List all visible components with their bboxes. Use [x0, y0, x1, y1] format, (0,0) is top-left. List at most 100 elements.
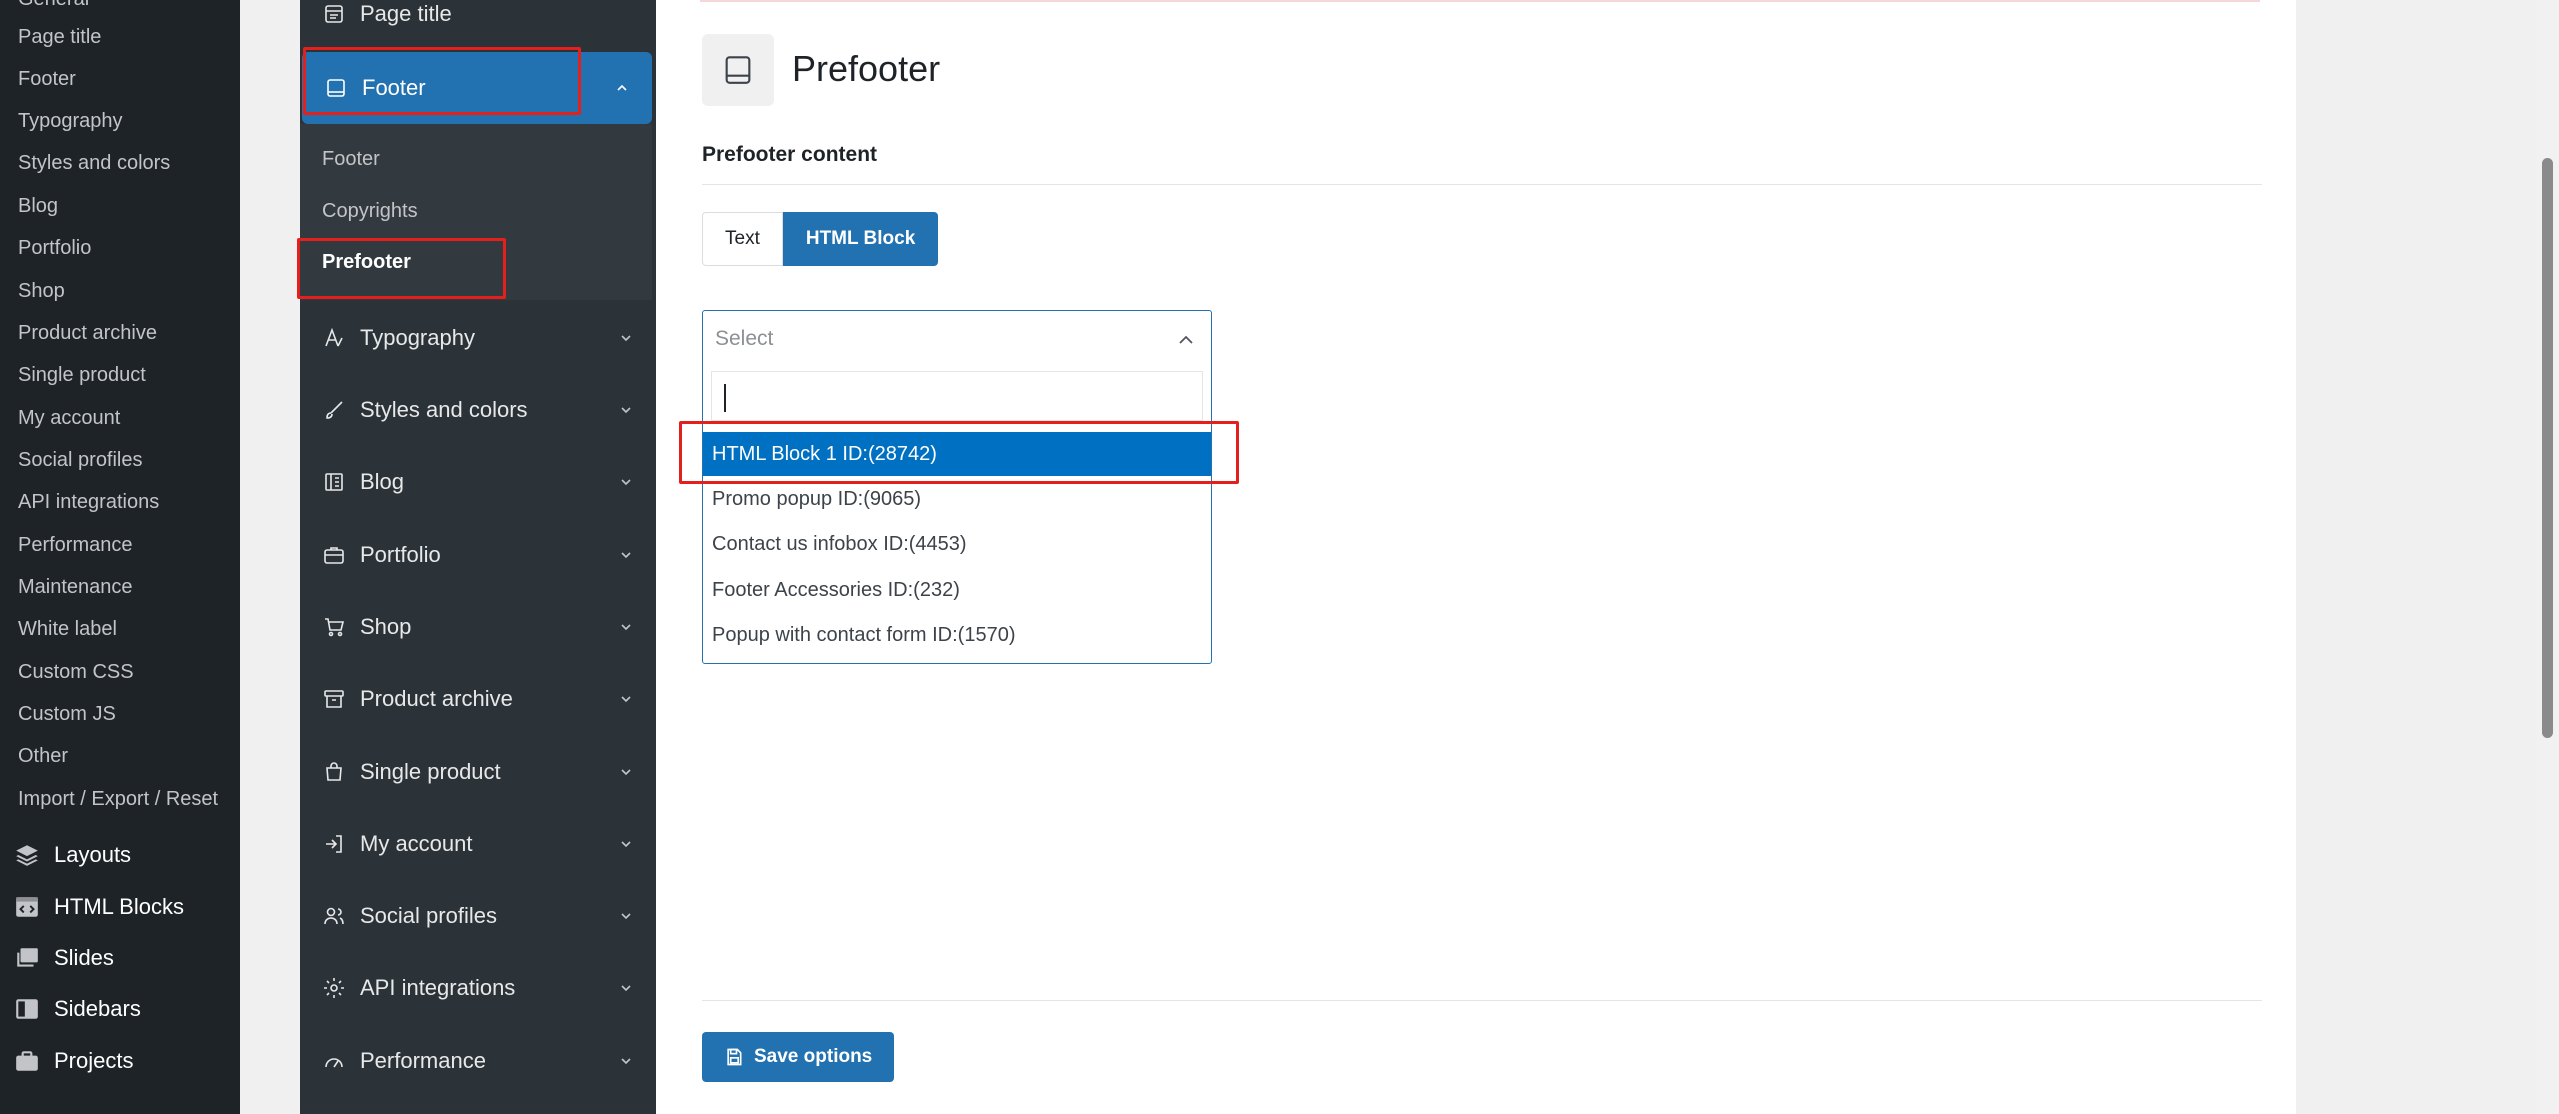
- slides-icon: [17, 948, 38, 967]
- save-options-button[interactable]: Save options: [702, 1032, 895, 1082]
- nav-page-title[interactable]: Page title: [300, 0, 656, 42]
- menu-layouts[interactable]: Layouts: [14, 835, 240, 875]
- nav-styles-colors-label: Styles and colors: [360, 397, 528, 422]
- submenu-typography[interactable]: Typography: [18, 106, 123, 136]
- nav-styles-colors[interactable]: Styles and colors: [300, 382, 656, 438]
- menu-sidebars[interactable]: Sidebars: [14, 989, 240, 1029]
- submenu-api-integrations[interactable]: API integrations: [18, 487, 159, 517]
- footer-icon: [327, 79, 345, 97]
- select-placeholder: Select: [715, 327, 774, 350]
- nav-typography-label: Typography: [360, 325, 475, 350]
- submenu-blog[interactable]: Blog: [18, 191, 58, 221]
- nav-shop[interactable]: Shop: [300, 599, 656, 655]
- chevron-down-icon: [621, 335, 631, 342]
- footer-submenu: Footer Copyrights Prefooter: [300, 124, 652, 300]
- nav-product-archive[interactable]: Product archive: [300, 671, 656, 727]
- nav-typography[interactable]: Typography: [300, 310, 656, 366]
- nav-footer-label: Footer: [362, 75, 426, 100]
- footer-sub-footer[interactable]: Footer: [322, 144, 380, 174]
- page-scrollbar[interactable]: [2536, 0, 2559, 1114]
- nav-performance[interactable]: Performance: [300, 1033, 656, 1089]
- portfolio-icon: [324, 547, 344, 564]
- submenu-styles-colors[interactable]: Styles and colors: [18, 148, 170, 178]
- options-navigation: Page title Footer Footer Copyrights Pref…: [300, 0, 656, 1114]
- nav-blog-label: Blog: [360, 469, 405, 494]
- submenu-other[interactable]: Other: [18, 741, 68, 771]
- typography-icon: [325, 327, 343, 347]
- submenu-social-profiles[interactable]: Social profiles: [18, 445, 143, 475]
- nav-single-product-label: Single product: [360, 759, 501, 784]
- menu-html-blocks-label: HTML Blocks: [54, 894, 184, 919]
- section-icon-box: [702, 34, 774, 106]
- submenu-my-account[interactable]: My account: [18, 403, 120, 433]
- chevron-down-icon: [621, 841, 631, 848]
- menu-slides[interactable]: Slides: [14, 938, 240, 978]
- blog-icon: [325, 473, 343, 491]
- submenu-shop[interactable]: Shop: [18, 276, 65, 306]
- chevron-down-icon: [621, 624, 631, 631]
- select-trigger[interactable]: Select: [703, 311, 1211, 369]
- page-title: Prefooter: [792, 48, 941, 89]
- submenu-page-title[interactable]: Page title: [18, 22, 101, 52]
- chevron-down-icon: [621, 552, 631, 559]
- nav-blog[interactable]: Blog: [300, 454, 656, 510]
- select-option-contact-us-infobox[interactable]: Contact us infobox ID:(4453): [703, 522, 1211, 566]
- html-block-option-button[interactable]: HTML Block: [782, 212, 939, 266]
- admin-sidebar: General Page title Footer Typography Sty…: [0, 0, 240, 1114]
- cart-icon: [325, 618, 345, 637]
- brush-icon: [326, 401, 343, 419]
- submenu-portfolio[interactable]: Portfolio: [18, 233, 91, 263]
- users-icon: [324, 907, 344, 925]
- field-divider: [702, 184, 2262, 185]
- gear-icon: [324, 978, 344, 998]
- nav-portfolio-label: Portfolio: [360, 542, 441, 567]
- footer-sub-prefooter[interactable]: Prefooter: [322, 247, 411, 277]
- save-icon: [727, 1048, 742, 1066]
- chevron-up-icon: [617, 84, 627, 91]
- chevron-down-icon: [621, 407, 631, 414]
- nav-product-archive-label: Product archive: [360, 686, 513, 711]
- select-option-html-block-1[interactable]: HTML Block 1 ID:(28742): [703, 432, 1211, 476]
- chevron-down-icon: [621, 985, 631, 992]
- shopping-bag-icon: [326, 762, 342, 781]
- nav-social-profiles[interactable]: Social profiles: [300, 888, 656, 944]
- submenu-white-label[interactable]: White label: [18, 614, 117, 644]
- select-option-promo-popup[interactable]: Promo popup ID:(9065): [703, 477, 1211, 521]
- chevron-up-icon: [1179, 335, 1193, 344]
- submenu-import-export-reset[interactable]: Import / Export / Reset: [18, 784, 218, 814]
- submenu-single-product[interactable]: Single product: [18, 360, 146, 390]
- submenu-footer[interactable]: Footer: [18, 64, 76, 94]
- save-options-label: Save options: [754, 1046, 873, 1067]
- menu-projects[interactable]: Projects: [14, 1041, 240, 1081]
- nav-footer[interactable]: Footer: [302, 52, 652, 124]
- select-option-popup-contact-form[interactable]: Popup with contact form ID:(1570): [703, 613, 1211, 657]
- footer-sub-copyrights[interactable]: Copyrights: [322, 196, 418, 226]
- html-block-select[interactable]: Select HTML Block 1 ID:(28742) Promo pop…: [702, 310, 1212, 664]
- nav-portfolio[interactable]: Portfolio: [300, 527, 656, 583]
- nav-social-profiles-label: Social profiles: [360, 903, 497, 928]
- top-divider: [700, 0, 2260, 2]
- scrollbar-thumb[interactable]: [2542, 158, 2553, 738]
- chevron-down-icon: [621, 479, 631, 486]
- nav-single-product[interactable]: Single product: [300, 744, 656, 800]
- select-option-footer-accessories[interactable]: Footer Accessories ID:(232): [703, 568, 1211, 612]
- menu-layouts-label: Layouts: [54, 842, 132, 867]
- submenu-maintenance[interactable]: Maintenance: [18, 572, 133, 602]
- nav-my-account[interactable]: My account: [300, 816, 656, 872]
- menu-html-blocks[interactable]: HTML Blocks: [14, 887, 240, 927]
- archive-icon: [324, 690, 344, 708]
- select-search-input[interactable]: [711, 371, 1203, 421]
- text-option-button[interactable]: Text: [702, 212, 783, 266]
- submenu-custom-css[interactable]: Custom CSS: [18, 657, 134, 687]
- submenu-performance[interactable]: Performance: [18, 530, 133, 560]
- nav-shop-label: Shop: [360, 614, 412, 639]
- submenu-general[interactable]: General: [18, 0, 89, 14]
- submenu-custom-js[interactable]: Custom JS: [18, 699, 116, 729]
- nav-api-integrations-label: API integrations: [360, 975, 516, 1000]
- chevron-down-icon: [621, 1058, 631, 1065]
- menu-projects-label: Projects: [54, 1048, 134, 1073]
- nav-api-integrations[interactable]: API integrations: [300, 960, 656, 1016]
- content-type-toggle: Text HTML Block: [702, 212, 939, 266]
- submenu-product-archive[interactable]: Product archive: [18, 318, 157, 348]
- layers-icon: [16, 845, 38, 866]
